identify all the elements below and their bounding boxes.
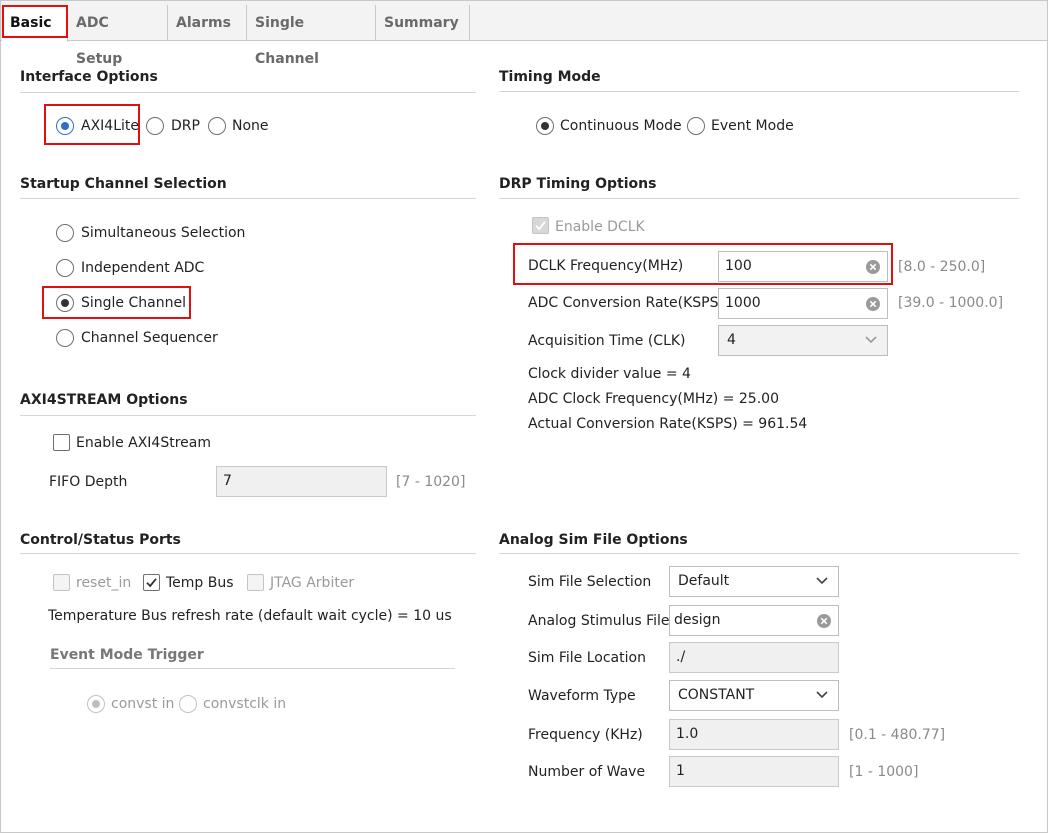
interface-options-rule [20, 92, 476, 93]
frequency-khz-range: [0.1 - 480.77] [849, 727, 946, 743]
sim-file-location-input[interactable]: ./ [669, 642, 839, 673]
checkmark-icon [146, 578, 157, 588]
checkbox-reset-in[interactable] [53, 574, 70, 591]
analog-sim-title: Analog Sim File Options [499, 532, 688, 548]
event-mode-trigger-rule [50, 668, 455, 669]
acquisition-time-value: 4 [727, 332, 736, 348]
checkbox-jtag-arbiter[interactable] [247, 574, 264, 591]
radio-continuous-mode-label: Continuous Mode [560, 118, 682, 134]
waveform-type-select[interactable]: CONSTANT [669, 680, 839, 711]
radio-channel-sequencer[interactable] [56, 329, 74, 347]
checkbox-enable-axi4stream-label: Enable AXI4Stream [76, 435, 211, 451]
analog-stimulus-file-value: design [674, 612, 721, 628]
adc-conversion-rate-range: [39.0 - 1000.0] [898, 295, 1004, 311]
radio-none-label: None [232, 118, 269, 134]
checkbox-temp-bus[interactable] [143, 574, 160, 591]
control-status-title: Control/Status Ports [20, 532, 181, 548]
checkbox-reset-in-label: reset_in [76, 575, 132, 591]
startup-channel-title: Startup Channel Selection [20, 176, 227, 192]
timing-mode-rule [499, 91, 1019, 92]
adc-conversion-rate-input[interactable]: 1000 [718, 288, 888, 319]
radio-single-channel-label: Single Channel [81, 295, 186, 311]
radio-single-channel[interactable] [56, 294, 74, 312]
tab-summary[interactable]: Summary [376, 5, 470, 41]
clock-divider-text: Clock divider value = 4 [528, 366, 691, 382]
waveform-type-label: Waveform Type [528, 688, 636, 704]
drp-timing-title: DRP Timing Options [499, 176, 657, 192]
axi4stream-rule [20, 415, 476, 416]
radio-convstclk-in-label: convstclk in [203, 696, 287, 712]
timing-mode-title: Timing Mode [499, 69, 601, 85]
fifo-depth-range: [7 - 1020] [396, 474, 466, 490]
radio-event-mode[interactable] [687, 117, 705, 135]
clear-icon[interactable] [866, 260, 880, 274]
radio-axi4lite[interactable] [56, 117, 74, 135]
checkmark-icon [535, 221, 546, 231]
radio-independent-adc-label: Independent ADC [81, 260, 205, 276]
tab-adc-setup[interactable]: ADC Setup [68, 5, 168, 67]
dclk-frequency-label: DCLK Frequency(MHz) [528, 258, 684, 274]
event-mode-trigger-title: Event Mode Trigger [50, 647, 204, 663]
checkbox-enable-axi4stream[interactable] [53, 434, 70, 451]
actual-conversion-rate-text: Actual Conversion Rate(KSPS) = 961.54 [528, 416, 808, 432]
acquisition-time-label: Acquisition Time (CLK) [528, 333, 686, 349]
waveform-type-value: CONSTANT [678, 687, 755, 703]
control-status-rule [20, 553, 476, 554]
number-of-wave-range: [1 - 1000] [849, 764, 919, 780]
number-of-wave-label: Number of Wave [528, 764, 646, 780]
radio-convstclk-in[interactable] [179, 695, 197, 713]
interface-options-title: Interface Options [20, 69, 158, 85]
drp-timing-rule [499, 198, 1019, 199]
fifo-depth-input[interactable]: 7 [216, 466, 387, 497]
checkbox-temp-bus-label: Temp Bus [166, 575, 234, 591]
checkbox-enable-dclk[interactable] [532, 217, 549, 234]
radio-simultaneous-selection[interactable] [56, 224, 74, 242]
number-of-wave-input[interactable]: 1 [669, 756, 839, 787]
adc-clock-frequency-text: ADC Clock Frequency(MHz) = 25.00 [528, 391, 779, 407]
radio-convst-in[interactable] [87, 695, 105, 713]
frequency-khz-input[interactable]: 1.0 [669, 719, 839, 750]
sim-file-location-label: Sim File Location [528, 650, 646, 666]
chevron-down-icon [865, 336, 877, 344]
radio-drp-label: DRP [171, 118, 200, 134]
clear-icon[interactable] [866, 297, 880, 311]
acquisition-time-select[interactable]: 4 [718, 325, 888, 356]
dclk-frequency-range: [8.0 - 250.0] [898, 259, 986, 275]
sim-file-selection-label: Sim File Selection [528, 574, 652, 590]
radio-simultaneous-selection-label: Simultaneous Selection [81, 225, 246, 241]
fifo-depth-label: FIFO Depth [49, 474, 128, 490]
axi4stream-title: AXI4STREAM Options [20, 392, 188, 408]
adc-conversion-rate-label: ADC Conversion Rate(KSPS) [528, 295, 724, 311]
radio-independent-adc[interactable] [56, 259, 74, 277]
tab-alarms[interactable]: Alarms [168, 5, 247, 41]
frequency-khz-label: Frequency (KHz) [528, 727, 643, 743]
tab-basic[interactable]: Basic [2, 5, 68, 42]
dclk-frequency-input[interactable]: 100 [718, 251, 888, 282]
radio-none[interactable] [208, 117, 226, 135]
checkbox-enable-dclk-label: Enable DCLK [555, 219, 645, 235]
sim-file-selection-value: Default [678, 573, 730, 589]
analog-stimulus-file-input[interactable]: design [669, 605, 839, 636]
tab-single-channel[interactable]: Single Channel [247, 5, 376, 67]
xadc-wizard-panel: Basic ADC Setup Alarms Single Channel Su… [0, 0, 1048, 833]
sim-file-selection-select[interactable]: Default [669, 566, 839, 597]
radio-drp[interactable] [146, 117, 164, 135]
radio-convst-in-label: convst in [111, 696, 175, 712]
radio-axi4lite-label: AXI4Lite [81, 118, 139, 134]
tab-bar: Basic ADC Setup Alarms Single Channel Su… [1, 1, 1047, 67]
chevron-down-icon [816, 577, 828, 585]
radio-channel-sequencer-label: Channel Sequencer [81, 330, 218, 346]
analog-sim-rule [499, 553, 1019, 554]
chevron-down-icon [816, 691, 828, 699]
analog-stimulus-file-label: Analog Stimulus File [528, 613, 670, 629]
checkbox-jtag-arbiter-label: JTAG Arbiter [270, 575, 355, 591]
startup-channel-rule [20, 198, 476, 199]
dclk-frequency-value: 100 [725, 258, 752, 274]
temp-refresh-text: Temperature Bus refresh rate (default wa… [48, 608, 452, 624]
radio-continuous-mode[interactable] [536, 117, 554, 135]
adc-conversion-rate-value: 1000 [725, 295, 761, 311]
radio-event-mode-label: Event Mode [711, 118, 794, 134]
clear-icon[interactable] [817, 614, 831, 628]
